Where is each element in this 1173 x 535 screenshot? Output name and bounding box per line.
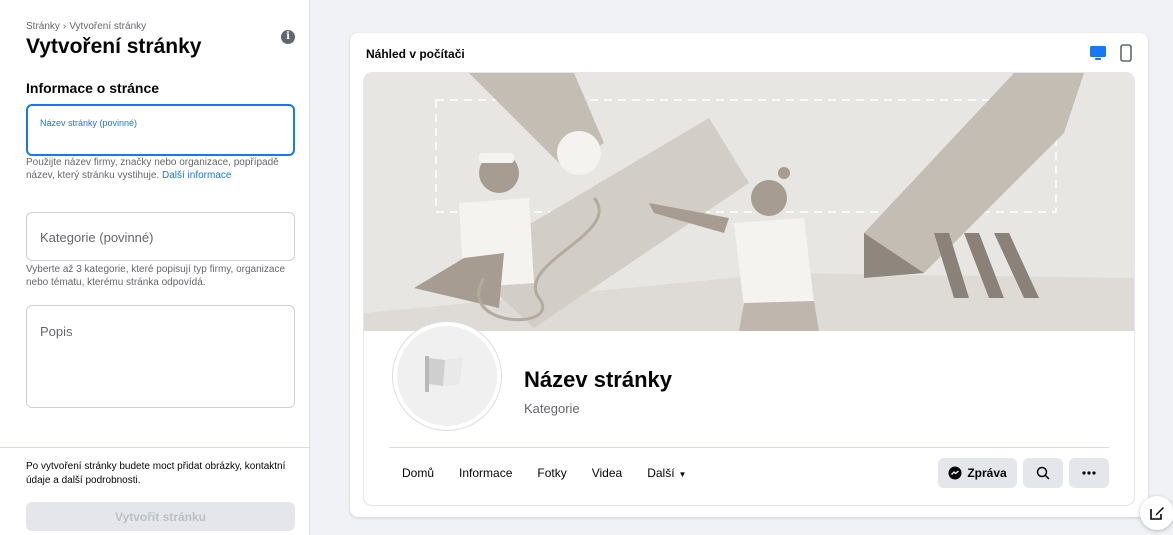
desktop-icon[interactable]: [1089, 44, 1107, 62]
mobile-icon[interactable]: [1119, 44, 1133, 62]
preview-title: Náhled v počítači: [366, 47, 465, 61]
description-placeholder: Popis: [40, 324, 73, 339]
footer-divider: [0, 447, 310, 448]
nav-videos[interactable]: Videa: [592, 466, 622, 480]
create-page-button[interactable]: Vytvořit stránku: [26, 502, 295, 531]
preview-card: Náhled v počítači Název stránky Kategori…: [350, 33, 1148, 517]
breadcrumb-separator: ›: [62, 21, 67, 32]
preview-page-name: Název stránky: [524, 367, 672, 392]
category-field[interactable]: Kategorie (povinné): [26, 212, 295, 261]
messenger-icon: [948, 466, 962, 480]
page-name-help-text: Použijte název firmy, značky nebo organi…: [26, 157, 279, 181]
category-placeholder: Kategorie (povinné): [40, 230, 154, 245]
sidebar: Stránky › Vytvoření stránky Vytvoření strá…: [0, 0, 310, 535]
message-button-label: Zpráva: [967, 466, 1007, 480]
breadcrumb-current: Vytvoření stránky: [69, 21, 147, 32]
preview-page-category: Kategorie: [524, 401, 580, 416]
flag-icon: [425, 356, 463, 392]
page-preview: Název stránky Kategorie Domů Informace F…: [364, 73, 1134, 505]
page-nav: Domů Informace Fotky Videa Další ▼: [402, 466, 686, 480]
search-button[interactable]: [1023, 458, 1063, 488]
message-button[interactable]: Zpráva: [938, 458, 1017, 488]
breadcrumb-parent[interactable]: Stránky: [26, 21, 60, 32]
breadcrumb: Stránky › Vytvoření stránky: [26, 21, 146, 32]
nav-about[interactable]: Informace: [459, 466, 512, 480]
description-field[interactable]: Popis: [26, 305, 295, 408]
nav-divider: [389, 447, 1109, 448]
section-title: Informace o stránce: [26, 80, 160, 96]
cover-illustration: [364, 73, 1134, 331]
compose-button[interactable]: [1140, 496, 1173, 530]
footer-note: Po vytvoření stránky budete moct přidat …: [26, 461, 286, 486]
profile-picture: [393, 322, 501, 430]
category-help: Vyberte až 3 kategorie, které popisují t…: [26, 264, 286, 288]
more-button[interactable]: [1069, 458, 1109, 488]
learn-more-link[interactable]: Další informace: [162, 170, 231, 181]
more-icon: [1082, 471, 1096, 475]
nav-home[interactable]: Domů: [402, 466, 434, 480]
page-name-help: Použijte název firmy, značky nebo organi…: [26, 157, 296, 182]
page-title: Vytvoření stránky: [26, 35, 202, 58]
nav-more[interactable]: Další ▼: [647, 466, 686, 480]
page-name-field[interactable]: Název stránky (povinné): [26, 104, 295, 156]
compose-icon: [1150, 507, 1164, 520]
page-name-label: Název stránky (povinné): [40, 118, 138, 128]
nav-photos[interactable]: Fotky: [537, 466, 566, 480]
nav-more-label: Další: [647, 466, 675, 480]
cover-photo: [364, 73, 1134, 331]
search-icon: [1036, 466, 1050, 480]
info-icon[interactable]: i: [281, 30, 295, 44]
caret-down-icon: ▼: [678, 470, 687, 479]
